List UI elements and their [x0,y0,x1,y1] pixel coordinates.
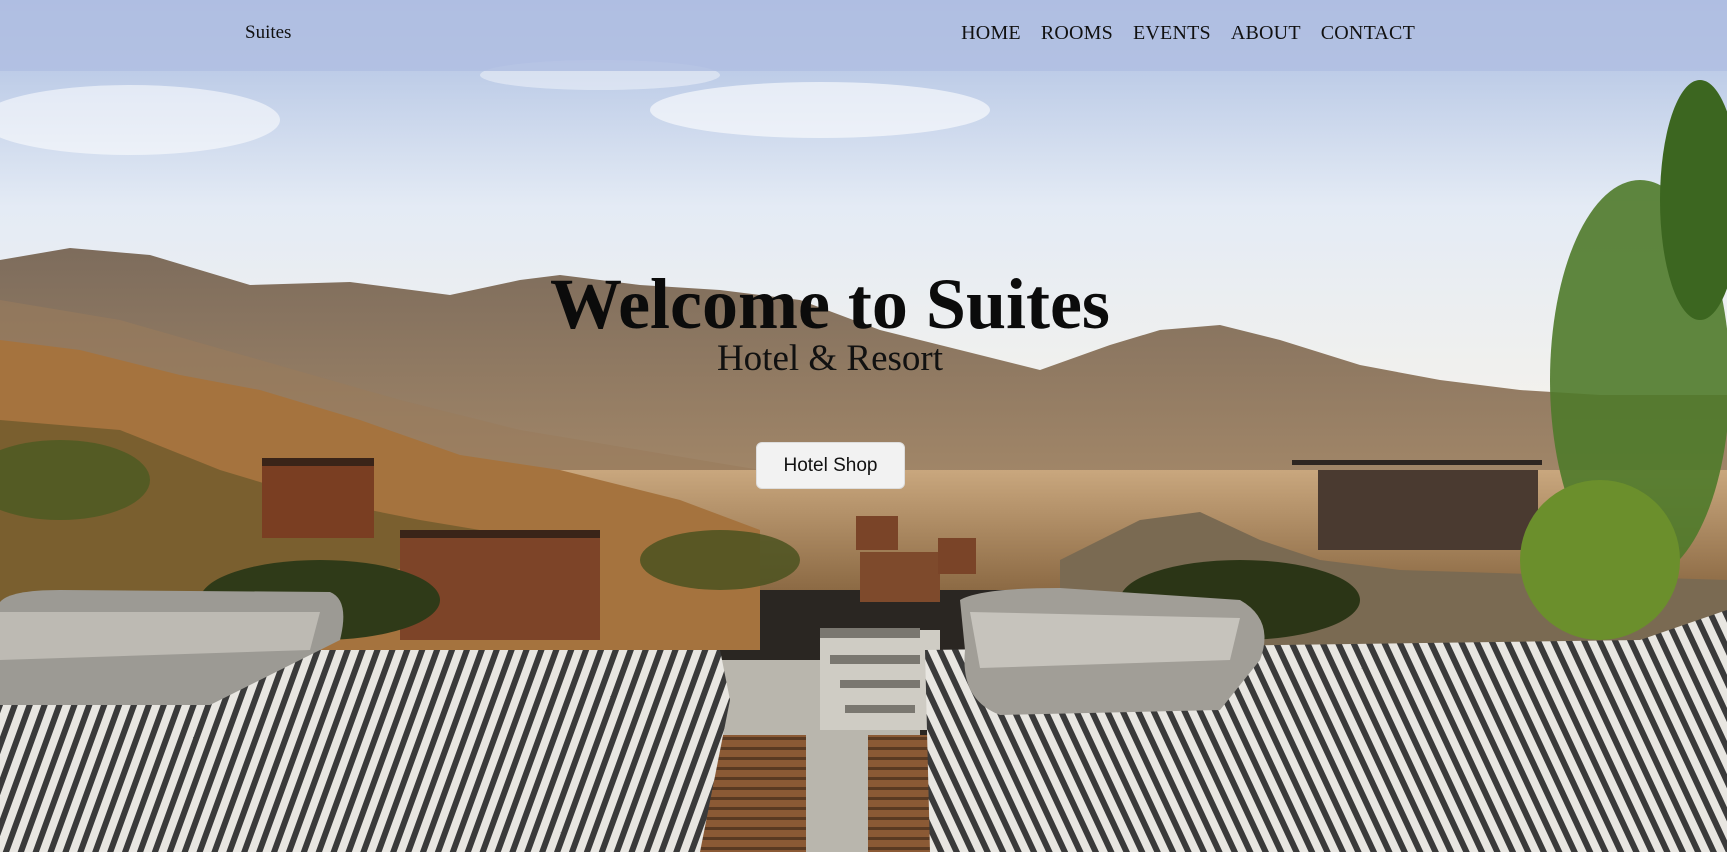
hero-background-image [0,0,1727,852]
brand-logo-link[interactable]: Suites [245,22,291,44]
nav-links: HOME ROOMS EVENTS ABOUT CONTACT [961,22,1415,45]
hero-section: Welcome to Suites Hotel & Resort Hotel S… [0,0,1727,852]
hero-heading-group: Welcome to Suites Hotel & Resort [0,262,1660,380]
nav-link-home[interactable]: HOME [961,22,1021,45]
nav-link-events[interactable]: EVENTS [1133,22,1211,45]
nav-link-contact[interactable]: CONTACT [1321,22,1415,45]
hero-title: Welcome to Suites [550,264,1110,344]
nav-link-about[interactable]: ABOUT [1231,22,1301,45]
top-navbar: Suites HOME ROOMS EVENTS ABOUT CONTACT [0,0,1727,71]
nav-link-rooms[interactable]: ROOMS [1041,22,1113,45]
hero-subtitle: Hotel & Resort [716,338,944,379]
hotel-shop-button[interactable]: Hotel Shop [756,442,905,489]
